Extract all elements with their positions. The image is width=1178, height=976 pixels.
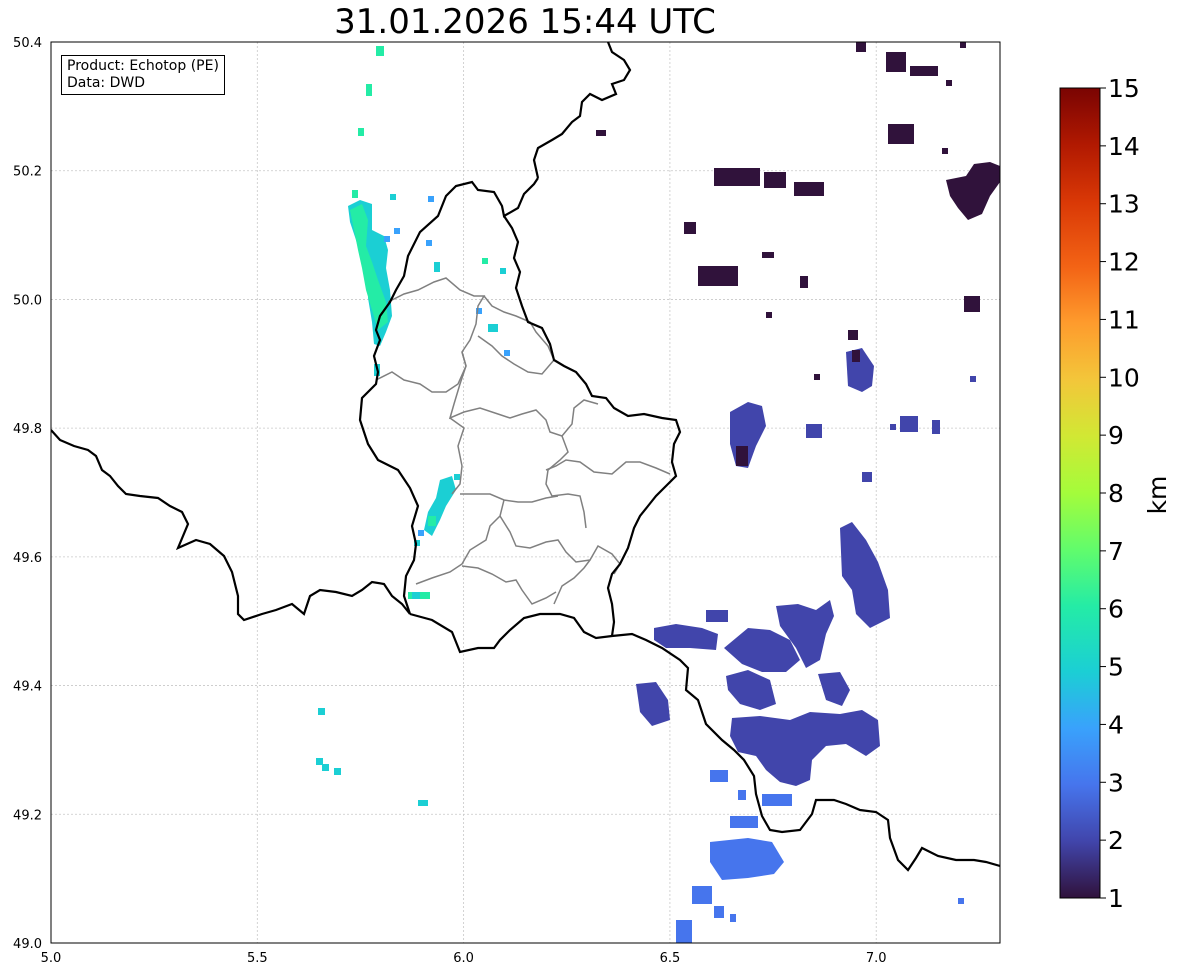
colorbar-tick-label: 5 [1108, 653, 1124, 682]
colorbar: 123456789101112131415 km [1059, 74, 1172, 913]
colorbar-tick-label: 12 [1108, 248, 1140, 277]
x-tick-label: 5.0 [41, 951, 62, 966]
y-tick-label: 49.0 [13, 937, 42, 952]
echo-west-band-north [348, 190, 510, 376]
colorbar-tick-label: 8 [1108, 479, 1124, 508]
y-tick-label: 49.4 [13, 680, 42, 695]
colorbar-tick-label: 15 [1108, 74, 1140, 103]
y-tick-label: 49.8 [13, 422, 42, 437]
colorbar-tick-label: 14 [1108, 132, 1140, 161]
product-label: Product: Echotop (PE) [67, 58, 219, 74]
echo-east-central-cells [730, 348, 976, 482]
colorbar-ticks: 123456789101112131415 [1100, 74, 1140, 913]
colorbar-gradient [1059, 87, 1101, 899]
info-box: Product: Echotop (PE) Data: DWD [61, 55, 225, 95]
colorbar-label: km [1143, 476, 1172, 515]
y-tick-label: 49.6 [13, 551, 42, 566]
x-axis-ticks: 5.0 5.5 6.0 6.5 7.0 [41, 951, 887, 966]
y-tick-label: 49.2 [13, 808, 42, 823]
colorbar-tick-label: 7 [1108, 537, 1124, 566]
echo-north-east-cells [596, 42, 1000, 340]
y-tick-label: 50.4 [13, 36, 42, 51]
radar-map: 5.0 5.5 6.0 6.5 7.0 49.0 49.2 49.4 49.6 49.8 50.0… [13, 36, 1172, 966]
y-axis-ticks: 49.0 49.2 49.4 49.6 49.8 50.0 50.2 50.4 [13, 36, 42, 952]
x-tick-label: 5.5 [247, 951, 268, 966]
y-tick-label: 50.0 [13, 293, 42, 308]
x-tick-label: 6.5 [660, 951, 681, 966]
colorbar-tick-label: 9 [1108, 421, 1124, 450]
echo-far-south-east-area [676, 838, 964, 943]
colorbar-tick-label: 2 [1108, 826, 1124, 855]
colorbar-tick-label: 11 [1108, 305, 1140, 334]
x-tick-label: 7.0 [866, 951, 887, 966]
colorbar-tick-label: 10 [1108, 363, 1140, 392]
echo-south-west-speckles [316, 708, 428, 806]
echo-north-speckles [358, 46, 384, 136]
colorbar-tick-label: 13 [1108, 190, 1140, 219]
colorbar-tick-label: 1 [1108, 884, 1124, 913]
x-tick-label: 6.0 [453, 951, 474, 966]
regional-boundaries [375, 277, 671, 605]
colorbar-tick-label: 3 [1108, 768, 1124, 797]
data-source-label: Data: DWD [67, 75, 145, 91]
colorbar-tick-label: 6 [1108, 595, 1124, 624]
colorbar-tick-label: 4 [1108, 710, 1124, 739]
y-tick-label: 50.2 [13, 165, 42, 180]
echo-south-east-area [636, 522, 890, 828]
